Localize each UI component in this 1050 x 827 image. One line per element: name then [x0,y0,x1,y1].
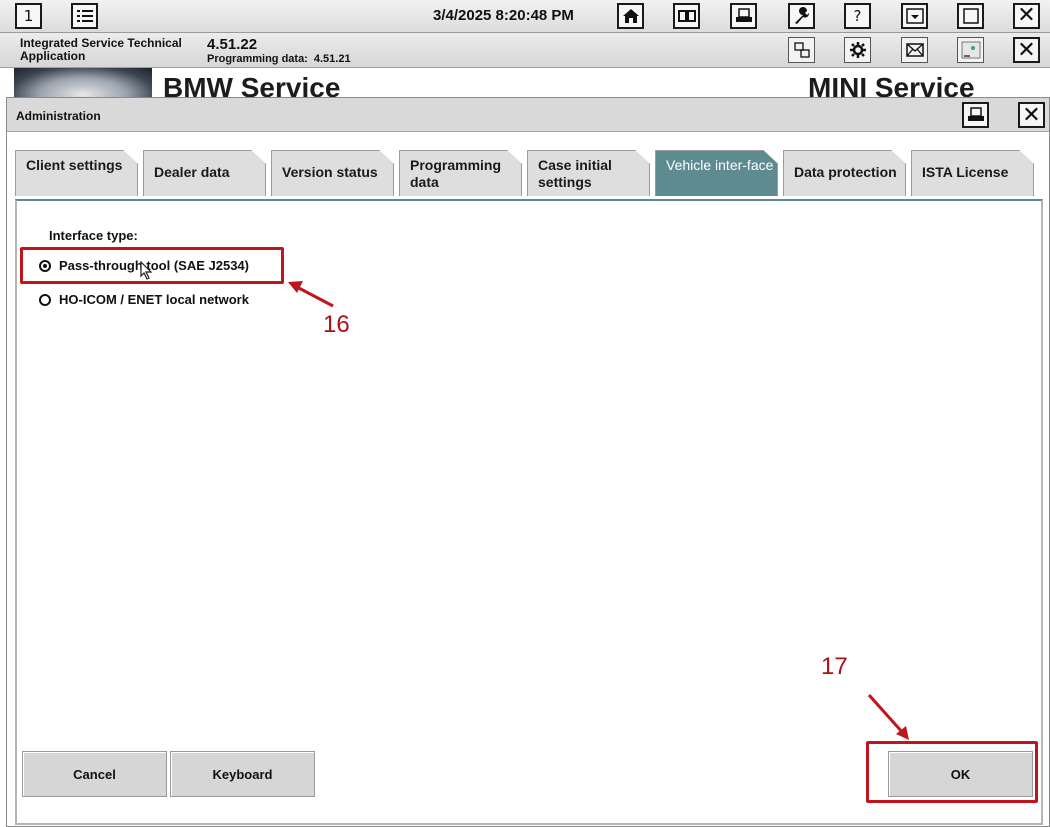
brand-strip: BMW Service MINI Service [0,68,1050,98]
close-app-icon[interactable]: ✕ [1013,37,1040,63]
home-icon[interactable] [617,3,644,29]
connection-icon[interactable] [788,37,815,63]
help-icon[interactable]: ? [844,3,871,29]
datetime-display: 3/4/2025 8:20:48 PM [433,7,574,24]
bmw-logo [14,68,152,98]
maximize-icon[interactable] [957,3,984,29]
bmw-service-title: BMW Service [163,72,341,98]
top-toolbar: 1 3/4/2025 8:20:48 PM ? ✕ [0,0,1050,33]
administration-dialog: Administration ✕ Client settings Dealer … [6,97,1050,827]
annotation-arrows [288,281,909,740]
minimize-icon[interactable] [901,3,928,29]
wrench-icon[interactable] [788,3,815,29]
mail-icon[interactable] [901,37,928,63]
list-menu-icon[interactable] [71,3,98,29]
app-title: Integrated Service Technical Application [20,36,182,63]
programming-data-label: Programming data: [207,53,308,65]
cancel-button[interactable]: Cancel [22,751,167,797]
app-info-bar: Integrated Service Technical Application… [0,33,1050,68]
air-icon[interactable] [957,37,984,63]
split-view-icon[interactable] [673,3,700,29]
arrow-16-icon [288,281,334,308]
programming-data: Programming data: 4.51.21 [207,53,351,65]
annotation-box-17 [866,741,1038,803]
print-icon[interactable] [730,3,757,29]
page-number-button[interactable]: 1 [15,3,42,29]
mini-service-title: MINI Service [808,72,975,98]
programming-data-version: 4.51.21 [313,53,351,65]
arrow-17-icon [867,693,909,740]
keyboard-button[interactable]: Keyboard [170,751,315,797]
close-icon[interactable]: ✕ [1013,3,1040,29]
settings-gear-icon[interactable] [844,37,871,63]
app-version: 4.51.22 [207,36,258,53]
